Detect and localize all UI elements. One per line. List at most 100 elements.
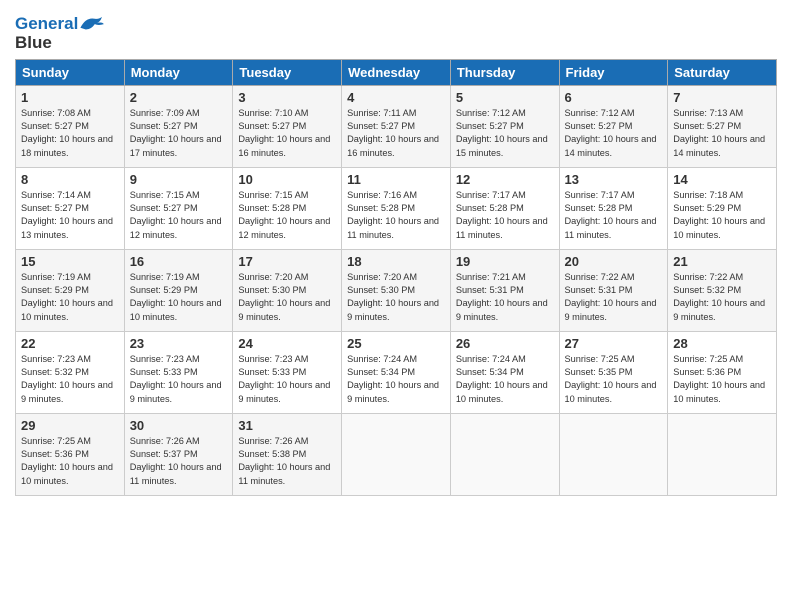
day-number: 8 — [21, 172, 119, 187]
day-number: 6 — [565, 90, 663, 105]
col-header-saturday: Saturday — [668, 59, 777, 85]
day-number: 1 — [21, 90, 119, 105]
day-number: 24 — [238, 336, 336, 351]
calendar-cell: 27 Sunrise: 7:25 AMSunset: 5:35 PMDayligh… — [559, 331, 668, 413]
calendar-cell: 13 Sunrise: 7:17 AMSunset: 5:28 PMDayligh… — [559, 167, 668, 249]
calendar-cell: 11Sunrise: 7:16 AMSunset: 5:28 PMDayligh… — [342, 167, 451, 249]
day-info: Sunrise: 7:17 AMSunset: 5:28 PMDaylight:… — [456, 189, 554, 242]
calendar-cell: 19 Sunrise: 7:21 AMSunset: 5:31 PMDayligh… — [450, 249, 559, 331]
day-info: Sunrise: 7:11 AMSunset: 5:27 PMDaylight:… — [347, 107, 445, 160]
calendar-cell: 29 Sunrise: 7:25 AMSunset: 5:36 PMDayligh… — [16, 413, 125, 495]
week-row-4: 22 Sunrise: 7:23 AMSunset: 5:32 PMDayligh… — [16, 331, 777, 413]
calendar-cell: 6Sunrise: 7:12 AMSunset: 5:27 PMDaylight… — [559, 85, 668, 167]
day-number: 22 — [21, 336, 119, 351]
calendar-cell: 21 Sunrise: 7:22 AMSunset: 5:32 PMDayligh… — [668, 249, 777, 331]
calendar-cell: 10 Sunrise: 7:15 AMSunset: 5:28 PMDayligh… — [233, 167, 342, 249]
col-header-tuesday: Tuesday — [233, 59, 342, 85]
day-info: Sunrise: 7:12 AMSunset: 5:27 PMDaylight:… — [456, 107, 554, 160]
day-info: Sunrise: 7:26 AMSunset: 5:38 PMDaylight:… — [238, 435, 336, 488]
calendar-cell: 14 Sunrise: 7:18 AMSunset: 5:29 PMDayligh… — [668, 167, 777, 249]
header-row: SundayMondayTuesdayWednesdayThursdayFrid… — [16, 59, 777, 85]
calendar-cell: 9Sunrise: 7:15 AMSunset: 5:27 PMDaylight… — [124, 167, 233, 249]
day-info: Sunrise: 7:25 AMSunset: 5:36 PMDaylight:… — [673, 353, 771, 406]
calendar-cell: 24 Sunrise: 7:23 AMSunset: 5:33 PMDayligh… — [233, 331, 342, 413]
day-number: 12 — [456, 172, 554, 187]
col-header-monday: Monday — [124, 59, 233, 85]
calendar-cell: 1Sunrise: 7:08 AMSunset: 5:27 PMDaylight… — [16, 85, 125, 167]
calendar-cell: 8 Sunrise: 7:14 AMSunset: 5:27 PMDaylight… — [16, 167, 125, 249]
week-row-5: 29 Sunrise: 7:25 AMSunset: 5:36 PMDayligh… — [16, 413, 777, 495]
day-info: Sunrise: 7:19 AMSunset: 5:29 PMDaylight:… — [130, 271, 228, 324]
day-info: Sunrise: 7:09 AMSunset: 5:27 PMDaylight:… — [130, 107, 228, 160]
col-header-sunday: Sunday — [16, 59, 125, 85]
day-number: 15 — [21, 254, 119, 269]
calendar-cell: 28Sunrise: 7:25 AMSunset: 5:36 PMDayligh… — [668, 331, 777, 413]
day-info: Sunrise: 7:21 AMSunset: 5:31 PMDaylight:… — [456, 271, 554, 324]
calendar-cell: 4 Sunrise: 7:11 AMSunset: 5:27 PMDaylight… — [342, 85, 451, 167]
day-number: 31 — [238, 418, 336, 433]
day-info: Sunrise: 7:22 AMSunset: 5:32 PMDaylight:… — [673, 271, 771, 324]
day-number: 30 — [130, 418, 228, 433]
calendar-cell: 30Sunrise: 7:26 AMSunset: 5:37 PMDayligh… — [124, 413, 233, 495]
calendar-cell: 5 Sunrise: 7:12 AMSunset: 5:27 PMDaylight… — [450, 85, 559, 167]
day-info: Sunrise: 7:25 AMSunset: 5:36 PMDaylight:… — [21, 435, 119, 488]
day-info: Sunrise: 7:14 AMSunset: 5:27 PMDaylight:… — [21, 189, 119, 242]
day-number: 25 — [347, 336, 445, 351]
day-number: 3 — [238, 90, 336, 105]
day-number: 21 — [673, 254, 771, 269]
day-info: Sunrise: 7:10 AMSunset: 5:27 PMDaylight:… — [238, 107, 336, 160]
week-row-2: 8 Sunrise: 7:14 AMSunset: 5:27 PMDaylight… — [16, 167, 777, 249]
day-info: Sunrise: 7:20 AMSunset: 5:30 PMDaylight:… — [347, 271, 445, 324]
day-info: Sunrise: 7:19 AMSunset: 5:29 PMDaylight:… — [21, 271, 119, 324]
day-info: Sunrise: 7:20 AMSunset: 5:30 PMDaylight:… — [238, 271, 336, 324]
day-info: Sunrise: 7:24 AMSunset: 5:34 PMDaylight:… — [456, 353, 554, 406]
calendar-cell: 18 Sunrise: 7:20 AMSunset: 5:30 PMDayligh… — [342, 249, 451, 331]
day-number: 14 — [673, 172, 771, 187]
calendar-cell — [342, 413, 451, 495]
col-header-wednesday: Wednesday — [342, 59, 451, 85]
calendar-cell: 15 Sunrise: 7:19 AMSunset: 5:29 PMDayligh… — [16, 249, 125, 331]
day-info: Sunrise: 7:15 AMSunset: 5:28 PMDaylight:… — [238, 189, 336, 242]
logo: General Blue — [15, 14, 107, 53]
day-info: Sunrise: 7:25 AMSunset: 5:35 PMDaylight:… — [565, 353, 663, 406]
calendar-cell: 22 Sunrise: 7:23 AMSunset: 5:32 PMDayligh… — [16, 331, 125, 413]
col-header-thursday: Thursday — [450, 59, 559, 85]
day-number: 23 — [130, 336, 228, 351]
header: General Blue — [15, 10, 777, 53]
logo-bird-icon — [79, 16, 107, 34]
calendar-cell — [668, 413, 777, 495]
day-number: 17 — [238, 254, 336, 269]
day-info: Sunrise: 7:24 AMSunset: 5:34 PMDaylight:… — [347, 353, 445, 406]
day-info: Sunrise: 7:23 AMSunset: 5:32 PMDaylight:… — [21, 353, 119, 406]
day-info: Sunrise: 7:18 AMSunset: 5:29 PMDaylight:… — [673, 189, 771, 242]
day-number: 20 — [565, 254, 663, 269]
calendar-cell: 26 Sunrise: 7:24 AMSunset: 5:34 PMDayligh… — [450, 331, 559, 413]
calendar-cell — [450, 413, 559, 495]
calendar-table: SundayMondayTuesdayWednesdayThursdayFrid… — [15, 59, 777, 496]
day-number: 2 — [130, 90, 228, 105]
day-number: 16 — [130, 254, 228, 269]
calendar-cell: 17 Sunrise: 7:20 AMSunset: 5:30 PMDayligh… — [233, 249, 342, 331]
week-row-1: 1Sunrise: 7:08 AMSunset: 5:27 PMDaylight… — [16, 85, 777, 167]
day-number: 29 — [21, 418, 119, 433]
calendar-cell: 12 Sunrise: 7:17 AMSunset: 5:28 PMDayligh… — [450, 167, 559, 249]
col-header-friday: Friday — [559, 59, 668, 85]
day-info: Sunrise: 7:23 AMSunset: 5:33 PMDaylight:… — [238, 353, 336, 406]
week-row-3: 15 Sunrise: 7:19 AMSunset: 5:29 PMDayligh… — [16, 249, 777, 331]
calendar-cell: 2 Sunrise: 7:09 AMSunset: 5:27 PMDaylight… — [124, 85, 233, 167]
logo-wrapper: General Blue — [15, 14, 107, 53]
day-number: 5 — [456, 90, 554, 105]
main-container: General Blue SundayMondayTuesdayWednesda… — [0, 0, 792, 506]
day-number: 26 — [456, 336, 554, 351]
day-number: 27 — [565, 336, 663, 351]
calendar-cell: 16 Sunrise: 7:19 AMSunset: 5:29 PMDayligh… — [124, 249, 233, 331]
day-info: Sunrise: 7:22 AMSunset: 5:31 PMDaylight:… — [565, 271, 663, 324]
day-number: 18 — [347, 254, 445, 269]
calendar-cell: 31 Sunrise: 7:26 AMSunset: 5:38 PMDayligh… — [233, 413, 342, 495]
day-number: 10 — [238, 172, 336, 187]
day-number: 19 — [456, 254, 554, 269]
day-number: 4 — [347, 90, 445, 105]
day-info: Sunrise: 7:17 AMSunset: 5:28 PMDaylight:… — [565, 189, 663, 242]
day-number: 13 — [565, 172, 663, 187]
day-number: 9 — [130, 172, 228, 187]
